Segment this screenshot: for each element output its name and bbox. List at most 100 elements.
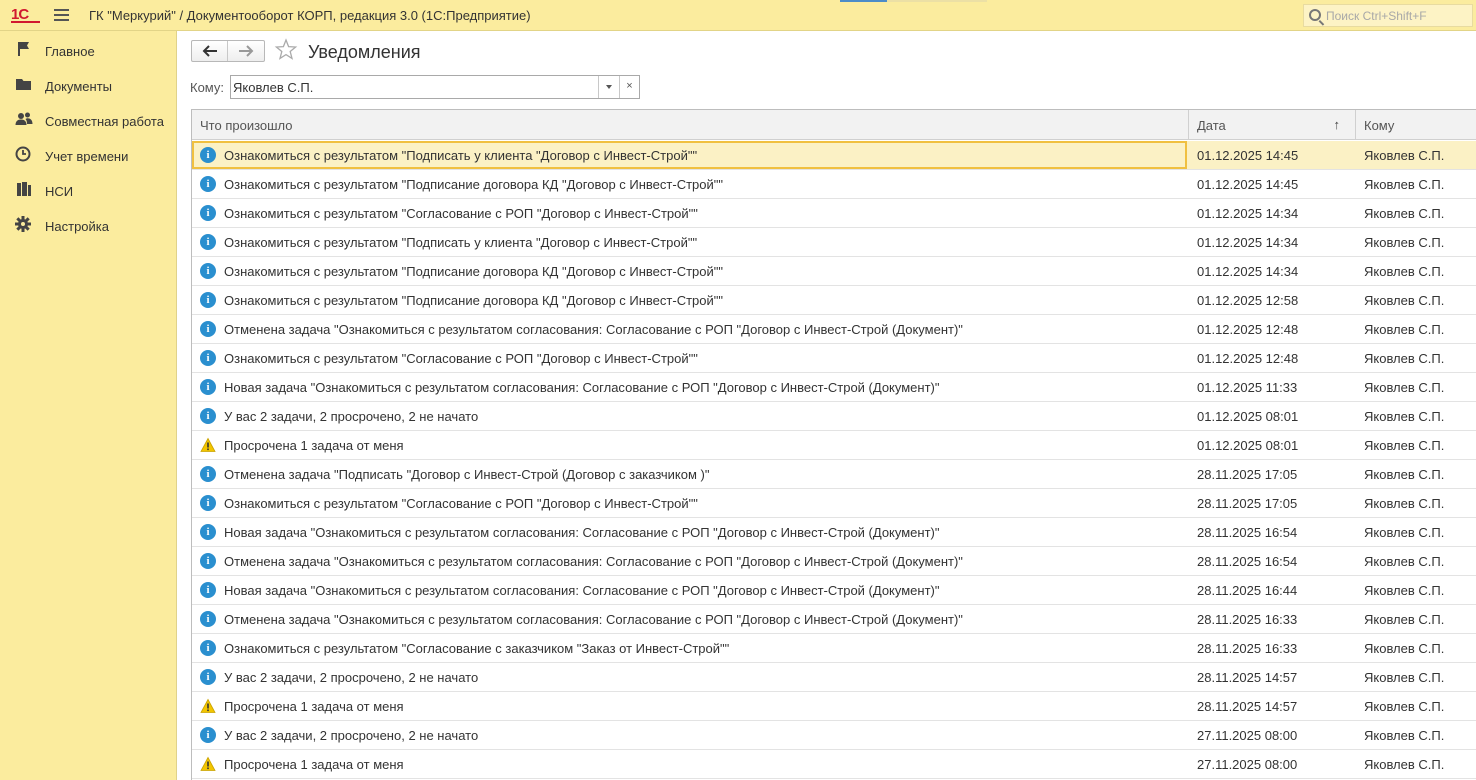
warning-icon (200, 437, 216, 453)
event-cell: i Отменена задача "Ознакомиться с результ… (192, 547, 1187, 575)
event-text: Просрочена 1 задача от меня (224, 699, 404, 714)
table-row[interactable]: i Новая задача "Ознакомиться с результато… (192, 373, 1476, 402)
main-content: Уведомления Кому: × Что произошло Дата ↑ … (178, 31, 1476, 780)
recipient-cell: Яковлев С.П. (1364, 148, 1445, 163)
table-row[interactable]: i У вас 2 задачи, 2 просрочено, 2 не нача… (192, 402, 1476, 431)
sidebar-item-main[interactable]: Главное (0, 34, 177, 64)
table-row[interactable]: i Ознакомиться с результатом "Согласовани… (192, 489, 1476, 518)
recipient-cell: Яковлев С.П. (1364, 293, 1445, 308)
table-row[interactable]: i Новая задача "Ознакомиться с результато… (192, 518, 1476, 547)
clock-icon (15, 146, 31, 162)
event-cell: i Новая задача "Ознакомиться с результато… (192, 518, 1187, 546)
date-cell: 01.12.2025 14:34 (1197, 206, 1299, 221)
date-cell: 28.11.2025 16:33 (1197, 641, 1298, 656)
event-text: Новая задача "Ознакомиться с результатом… (224, 380, 940, 395)
info-icon: i (200, 379, 216, 395)
info-icon: i (200, 234, 216, 250)
column-header-date[interactable]: Дата ↑ (1189, 110, 1356, 140)
table-row[interactable]: Просрочена 1 задача от меня 28.11.2025 14… (192, 692, 1476, 721)
recipient-cell: Яковлев С.П. (1364, 467, 1445, 482)
table-row[interactable]: i Отменена задача "Ознакомиться с результ… (192, 547, 1476, 576)
info-icon: i (200, 350, 216, 366)
sidebar-item-label: НСИ (45, 184, 74, 199)
recipient-cell: Яковлев С.П. (1364, 264, 1445, 279)
main-menu-icon[interactable] (54, 9, 69, 22)
column-header-recipient[interactable]: Кому (1356, 110, 1476, 140)
event-text: Ознакомиться с результатом "Подписание д… (224, 293, 723, 308)
dropdown-button[interactable] (598, 76, 619, 98)
info-icon: i (200, 321, 216, 337)
table-row[interactable]: i Ознакомиться с результатом "Подписать у… (192, 141, 1476, 170)
event-cell: i Ознакомиться с результатом "Подписание … (192, 257, 1187, 285)
table-row[interactable]: i Новая задача "Ознакомиться с результато… (192, 576, 1476, 605)
date-cell: 01.12.2025 14:45 (1197, 177, 1299, 192)
recipient-cell: Яковлев С.П. (1364, 554, 1445, 569)
event-cell: i Ознакомиться с результатом "Подписание … (192, 286, 1187, 314)
table-row[interactable]: i Отменена задача "Ознакомиться с результ… (192, 315, 1476, 344)
table-row[interactable]: i Ознакомиться с результатом "Подписание … (192, 170, 1476, 199)
event-cell: i У вас 2 задачи, 2 просрочено, 2 не нача… (192, 663, 1187, 691)
sidebar-item-collaboration[interactable]: Совместная работа (0, 104, 177, 134)
table-row[interactable]: i Ознакомиться с результатом "Подписание … (192, 286, 1476, 315)
back-button[interactable] (192, 41, 228, 61)
date-cell: 28.11.2025 16:33 (1197, 612, 1298, 627)
sidebar-item-documents[interactable]: Документы (0, 69, 177, 99)
table-row[interactable]: i Ознакомиться с результатом "Подписать у… (192, 228, 1476, 257)
page-title: Уведомления (308, 42, 421, 62)
event-cell: i Ознакомиться с результатом "Подписать у… (192, 141, 1187, 169)
date-cell: 01.12.2025 08:01 (1197, 438, 1299, 453)
info-icon: i (200, 727, 216, 743)
table-row[interactable]: i У вас 2 задачи, 2 просрочено, 2 не нача… (192, 721, 1476, 750)
column-header-label: Дата (1197, 118, 1226, 133)
table-row[interactable]: i Ознакомиться с результатом "Согласовани… (192, 199, 1476, 228)
sidebar-item-settings[interactable]: Настройка (0, 209, 177, 239)
recipient-cell: Яковлев С.П. (1364, 322, 1445, 337)
global-search (1303, 4, 1473, 27)
event-text: Просрочена 1 задача от меня (224, 438, 404, 453)
sidebar-item-time-tracking[interactable]: Учет времени (0, 139, 177, 169)
date-cell: 01.12.2025 14:34 (1197, 235, 1299, 250)
table-row[interactable]: i Ознакомиться с результатом "Подписание … (192, 257, 1476, 286)
date-cell: 28.11.2025 14:57 (1197, 699, 1298, 714)
table-row[interactable]: Просрочена 1 задача от меня 27.11.2025 08… (192, 750, 1476, 779)
event-cell: Просрочена 1 задача от меня (192, 750, 1187, 778)
info-icon: i (200, 147, 216, 163)
recipient-cell: Яковлев С.П. (1364, 380, 1445, 395)
info-icon: i (200, 263, 216, 279)
recipient-cell: Яковлев С.П. (1364, 351, 1445, 366)
date-cell: 28.11.2025 17:05 (1197, 467, 1298, 482)
recipient-input[interactable] (233, 78, 595, 96)
favorite-star-icon[interactable] (274, 38, 298, 62)
table-row[interactable]: i Отменена задача "Подписать "Договор с И… (192, 460, 1476, 489)
forward-button[interactable] (229, 41, 265, 61)
event-cell: i Ознакомиться с результатом "Согласовани… (192, 344, 1187, 372)
event-cell: i Ознакомиться с результатом "Согласовани… (192, 489, 1187, 517)
search-input[interactable] (1326, 7, 1470, 24)
recipient-cell: Яковлев С.П. (1364, 235, 1445, 250)
info-icon: i (200, 611, 216, 627)
event-text: Ознакомиться с результатом "Согласование… (224, 206, 698, 221)
clear-button[interactable]: × (619, 76, 639, 98)
info-icon: i (200, 176, 216, 192)
info-icon: i (200, 495, 216, 511)
search-icon[interactable] (1309, 9, 1321, 21)
app-logo[interactable]: 1С (11, 6, 43, 24)
table-row[interactable]: i У вас 2 задачи, 2 просрочено, 2 не нача… (192, 663, 1476, 692)
table-row[interactable]: i Ознакомиться с результатом "Согласовани… (192, 634, 1476, 663)
event-cell: i Новая задача "Ознакомиться с результато… (192, 576, 1187, 604)
event-cell: i Ознакомиться с результатом "Согласовани… (192, 199, 1187, 227)
event-text: Ознакомиться с результатом "Подписать у … (224, 235, 698, 250)
folder-icon (16, 79, 31, 90)
recipient-cell: Яковлев С.П. (1364, 206, 1445, 221)
event-cell: i У вас 2 задачи, 2 просрочено, 2 не нача… (192, 721, 1187, 749)
table-row[interactable]: i Отменена задача "Ознакомиться с результ… (192, 605, 1476, 634)
table-row[interactable]: i Ознакомиться с результатом "Согласовани… (192, 344, 1476, 373)
column-header-event[interactable]: Что произошло (192, 110, 1189, 140)
sidebar-item-label: Настройка (45, 219, 109, 234)
info-icon: i (200, 640, 216, 656)
sidebar-item-nsi[interactable]: НСИ (0, 174, 177, 204)
notifications-table: Что произошло Дата ↑ Кому i Ознакомиться с… (191, 109, 1476, 780)
sidebar-item-label: Совместная работа (45, 114, 164, 129)
table-row[interactable]: Просрочена 1 задача от меня 01.12.2025 08… (192, 431, 1476, 460)
books-icon (17, 182, 31, 196)
